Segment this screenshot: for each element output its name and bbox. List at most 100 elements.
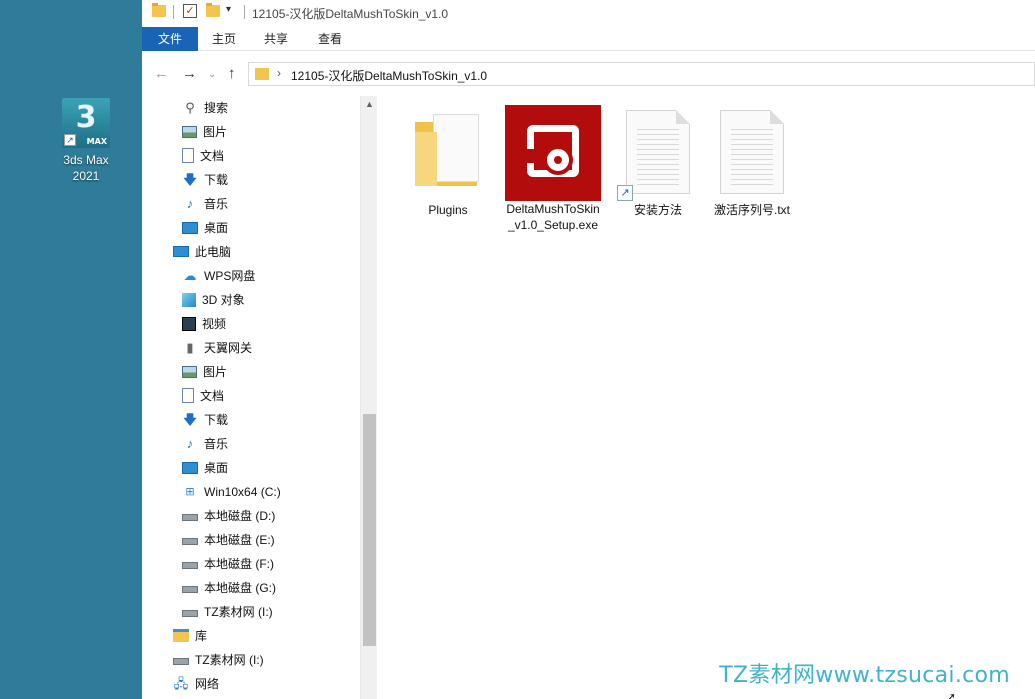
nav-item-label: TZ素材网 (I:)	[204, 605, 273, 619]
windows-drive-icon: ⊞	[185, 485, 195, 498]
nav-pane-scrollbar[interactable]: ▲	[360, 96, 377, 699]
desktop-shortcut-3dsmax[interactable]: 3 MAX ↗ 3ds Max 2021	[52, 98, 120, 184]
mouse-cursor-icon: ➚	[946, 690, 957, 699]
file-name: Plugins	[428, 203, 468, 217]
nav-item-downloads[interactable]: 🡇 下载	[182, 169, 228, 191]
explorer-window: ✓ ▾ 12105-汉化版DeltaMushToSkin_v1.0 文件 主页 …	[142, 0, 1035, 699]
nav-item-label: 桌面	[204, 461, 229, 475]
nav-item-label: Win10x64 (C:)	[204, 485, 281, 499]
video-icon	[182, 316, 196, 331]
nav-item-label: 文档	[200, 149, 225, 163]
nav-item-3d-objects[interactable]: 3D 对象	[182, 289, 245, 311]
scroll-up-icon[interactable]: ▲	[365, 99, 374, 109]
library-icon	[173, 629, 189, 643]
nav-item-drive-d[interactable]: 本地磁盘 (D:)	[182, 505, 275, 527]
nav-item-label: 文档	[200, 389, 225, 403]
title-bar: ✓ ▾ 12105-汉化版DeltaMushToSkin_v1.0	[142, 0, 1035, 26]
nav-item-label: 搜索	[204, 101, 229, 115]
nav-item-label: TZ素材网 (I:)	[195, 653, 264, 667]
nav-item-this-pc[interactable]: 此电脑	[173, 241, 231, 263]
qat-dropdown-icon[interactable]: ▾	[226, 4, 231, 15]
file-name: 激活序列号.txt	[713, 203, 790, 217]
chevron-down-icon[interactable]: ⌄	[208, 69, 216, 80]
nav-item-label: 音乐	[204, 437, 229, 451]
nav-item-drive-i-2[interactable]: TZ素材网 (I:)	[173, 649, 264, 671]
pictures-icon	[182, 365, 197, 378]
nav-item-drive-f[interactable]: 本地磁盘 (F:)	[182, 553, 274, 575]
nav-item-wps-drive[interactable]: ☁ WPS网盘	[182, 265, 256, 287]
desktop-label-line2: 2021	[72, 169, 100, 183]
nav-item-label: 本地磁盘 (G:)	[204, 581, 276, 595]
ribbon-tabs: 文件 主页 共享 查看	[142, 27, 1035, 51]
tab-share[interactable]: 共享	[264, 27, 288, 51]
folder-icon	[152, 3, 166, 17]
forward-arrow-icon[interactable]: →	[182, 65, 197, 82]
tab-file[interactable]: 文件	[142, 27, 198, 51]
nav-item-label: 3D 对象	[202, 293, 245, 307]
nav-item-search[interactable]: ⚲ 搜索	[182, 97, 228, 119]
nav-item-pictures-2[interactable]: 图片	[182, 361, 227, 383]
file-item-setup-exe[interactable]: DeltaMushToSkin_v1.0_Setup.exe	[503, 105, 603, 233]
nav-item-drive-i[interactable]: TZ素材网 (I:)	[182, 601, 273, 623]
shortcut-arrow-icon: ↗	[64, 134, 76, 146]
nav-item-videos[interactable]: 视频	[182, 313, 226, 335]
nav-item-label: 图片	[203, 125, 228, 139]
nav-item-documents[interactable]: 文档	[182, 145, 224, 167]
documents-icon	[182, 388, 194, 404]
3d-objects-icon	[182, 292, 196, 307]
address-path[interactable]: 12105-汉化版DeltaMushToSkin_v1.0	[291, 67, 487, 84]
nav-item-desktop-2[interactable]: 桌面	[182, 457, 228, 479]
nav-item-label: WPS网盘	[204, 269, 256, 283]
chevron-right-icon[interactable]: ›	[277, 66, 281, 80]
nav-item-label: 此电脑	[195, 245, 232, 259]
nav-item-drive-e[interactable]: 本地磁盘 (E:)	[182, 529, 275, 551]
pictures-icon	[182, 125, 197, 138]
new-folder-icon[interactable]	[206, 3, 220, 17]
nav-item-libraries[interactable]: 库	[173, 625, 207, 647]
qat-separator	[244, 5, 245, 19]
properties-icon[interactable]: ✓	[183, 4, 197, 18]
nav-item-network[interactable]: 🖧 网络	[173, 673, 219, 695]
drive-icon	[182, 514, 198, 522]
nav-item-drive-g[interactable]: 本地磁盘 (G:)	[182, 577, 276, 599]
nav-item-pictures[interactable]: 图片	[182, 121, 227, 143]
nav-item-label: 下载	[204, 413, 229, 427]
document-icon: ↗	[617, 110, 690, 201]
text-file-icon	[720, 110, 784, 194]
download-icon: 🡇	[183, 171, 197, 187]
3dsmax-app-icon: 3 MAX ↗	[62, 98, 110, 148]
nav-item-drive-c[interactable]: ⊞ Win10x64 (C:)	[182, 481, 281, 503]
nav-item-label: 网络	[195, 677, 220, 691]
file-item-install-shortcut[interactable]: ↗ 安装方法	[606, 110, 710, 218]
nav-item-label: 图片	[203, 365, 228, 379]
shortcut-arrow-icon: ↗	[617, 185, 633, 201]
search-icon: ⚲	[185, 99, 195, 115]
desktop-icon	[182, 461, 198, 474]
file-item-serial-txt[interactable]: 激活序列号.txt	[700, 110, 804, 218]
nav-item-label: 视频	[202, 317, 227, 331]
nav-item-desktop[interactable]: 桌面	[182, 217, 228, 239]
file-item-plugins[interactable]: Plugins	[398, 108, 498, 218]
back-arrow-icon[interactable]: ←	[154, 65, 169, 82]
download-icon: 🡇	[183, 411, 197, 427]
tab-home[interactable]: 主页	[212, 27, 236, 51]
installer-icon	[505, 105, 601, 201]
address-field[interactable]: › 12105-汉化版DeltaMushToSkin_v1.0	[248, 62, 1035, 86]
nav-item-documents-2[interactable]: 文档	[182, 385, 224, 407]
gateway-icon: ▮	[186, 339, 194, 355]
drive-icon	[173, 658, 189, 666]
tab-view[interactable]: 查看	[318, 27, 342, 51]
cloud-icon: ☁	[183, 267, 197, 283]
qat-separator	[173, 5, 174, 19]
nav-item-label: 库	[195, 629, 208, 643]
scrollbar-thumb[interactable]	[363, 414, 376, 646]
up-arrow-icon[interactable]: ↑	[228, 65, 236, 82]
desktop-label-line1: 3ds Max	[63, 153, 109, 167]
nav-item-music[interactable]: ♪ 音乐	[182, 193, 228, 215]
nav-item-label: 下载	[204, 173, 229, 187]
nav-item-tianyi-gateway[interactable]: ▮ 天翼网关	[182, 337, 252, 359]
nav-item-downloads-2[interactable]: 🡇 下载	[182, 409, 228, 431]
nav-item-label: 本地磁盘 (F:)	[204, 557, 274, 571]
nav-item-music-2[interactable]: ♪ 音乐	[182, 433, 228, 455]
folder-icon	[255, 68, 269, 80]
